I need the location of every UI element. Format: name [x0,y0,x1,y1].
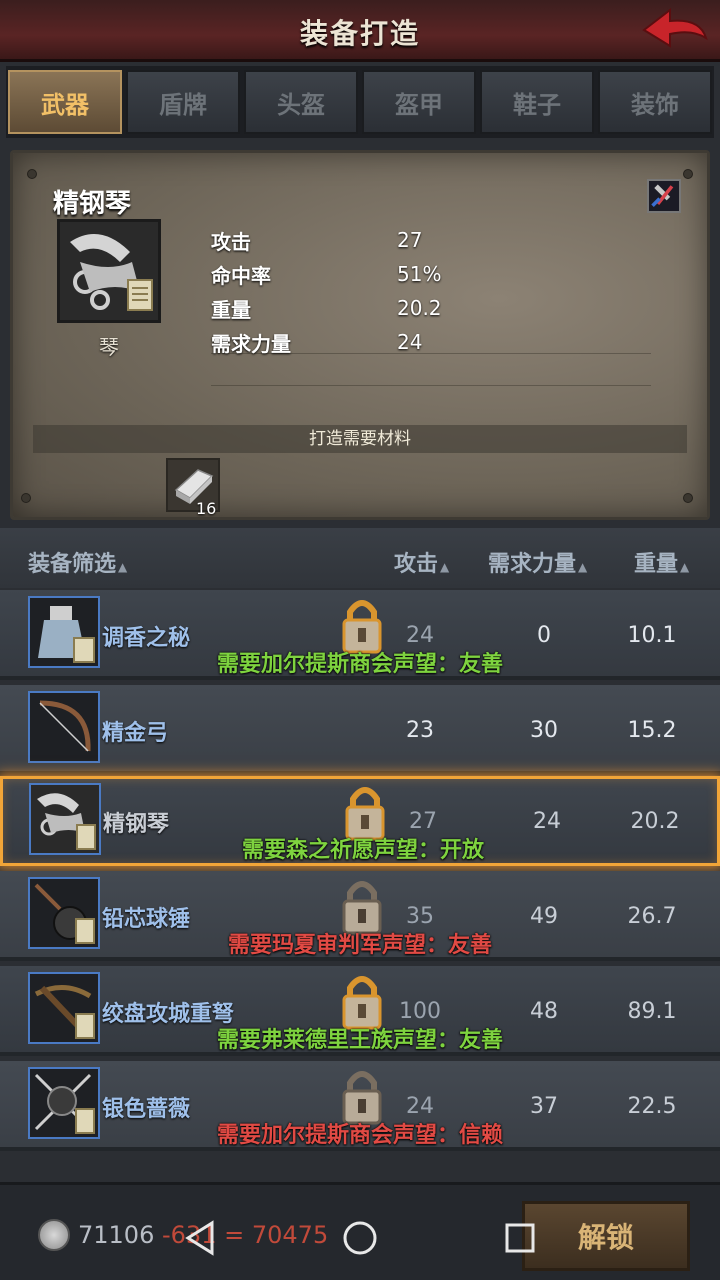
filter-req-sort[interactable]: 需求力量 ▲ [488,546,587,578]
back-arrow-icon[interactable] [640,4,712,56]
stat-value: 51% [397,262,442,286]
equals-sign: = [224,1221,245,1249]
stat-value: 24 [397,330,423,354]
tab-shield[interactable]: 盾牌 [126,70,240,134]
item-req: 37 [530,1094,558,1119]
item-atk: 35 [406,904,434,929]
divider [211,353,651,354]
stat-row: 攻击 27 [211,223,671,257]
title-bar: 装备打造 [0,0,720,62]
item-req: 48 [530,999,558,1024]
reputation-requirement: 需要玛夏审判军声望：友善 [227,933,492,958]
material-count: 16 [196,499,217,518]
item-weight: 22.5 [627,1094,677,1119]
money-result: 70475 [251,1221,329,1249]
item-atk: 23 [406,718,434,743]
nav-recents-icon[interactable] [504,1222,536,1254]
list-item[interactable]: 铅芯球锤 35 49 26.7 需要玛夏审判军声望：友善 [0,871,720,961]
tab-shoes[interactable]: 鞋子 [480,70,594,134]
nail-decoration [21,493,31,503]
divider [211,385,651,386]
item-icon [57,219,161,323]
filter-weight-label: 重量 [634,552,679,577]
sort-arrow-icon: ▲ [118,560,128,574]
item-weight: 20.2 [630,809,680,834]
money-current: 71106 [78,1221,155,1249]
reputation-requirement: 需要加尔提斯商会声望：信赖 [216,1123,503,1148]
sort-arrow-icon: ▲ [680,560,690,574]
list-item[interactable]: 调香之秘 24 0 10.1 需要加尔提斯商会声望：友善 [0,590,720,680]
page-title: 装备打造 [299,17,420,50]
filter-atk-label: 攻击 [394,552,439,577]
list-item-selected[interactable]: 精钢琴 27 24 20.2 需要森之祈愿声望：开放 [0,776,720,866]
filter-bar: 装备筛选 ▲ 攻击 ▲ 需求力量 ▲ 重量 ▲ [0,528,720,588]
item-name: 精金弓 [102,721,169,746]
stat-row: 命中率 51% [211,257,671,291]
stat-label: 重量 [211,297,251,322]
tab-helmet[interactable]: 头盔 [244,70,358,134]
filter-req-label: 需求力量 [488,552,577,577]
stat-value: 27 [397,228,423,252]
item-weight: 89.1 [627,999,677,1024]
unlock-button[interactable]: 解锁 [522,1201,690,1271]
coin-icon [38,1219,70,1251]
nail-decoration [683,169,693,179]
category-tabs: 武器 盾牌 头盔 盔甲 鞋子 装饰 [6,66,714,138]
nav-back-icon[interactable] [184,1220,216,1256]
item-detail-panel: 精钢琴 琴 攻击 27 命中率 51% 重量 20.2 需求力量 24 打造需要… [10,150,710,520]
nail-decoration [683,493,693,503]
tab-armor[interactable]: 盔甲 [362,70,476,134]
tab-accessory[interactable]: 装饰 [598,70,712,134]
list-item[interactable]: 绞盘攻城重弩 100 48 89.1 需要弗莱德里王族声望：友善 [0,966,720,1056]
item-req: 24 [533,809,561,834]
item-weight: 10.1 [627,623,677,648]
filter-name-sort[interactable]: 装备筛选 ▲ [28,546,127,578]
disassemble-icon[interactable] [647,179,681,213]
nail-decoration [27,169,37,179]
sort-arrow-icon: ▲ [578,560,588,574]
item-req: 0 [537,623,551,648]
item-atk: 100 [399,999,441,1024]
stat-value: 20.2 [397,296,442,320]
nav-home-icon[interactable] [342,1220,378,1256]
stat-label: 攻击 [211,229,251,254]
list-item[interactable]: 精金弓 23 30 15.2 [0,685,720,775]
materials-header: 打造需要材料 [33,425,687,453]
list-item[interactable]: 银色蔷薇 24 37 22.5 需要加尔提斯商会声望：信赖 [0,1061,720,1151]
reputation-requirement: 需要加尔提斯商会声望：友善 [216,652,503,677]
tab-weapon[interactable]: 武器 [8,70,122,134]
filter-name-label: 装备筛选 [28,552,117,577]
item-atk: 24 [406,623,434,648]
item-thumb [28,691,100,763]
stats-table: 攻击 27 命中率 51% 重量 20.2 需求力量 24 [211,223,671,359]
stat-row: 重量 20.2 [211,291,671,325]
item-req: 49 [530,904,558,929]
stat-label: 命中率 [211,263,271,288]
item-weight: 26.7 [627,904,677,929]
item-atk: 27 [409,809,437,834]
sort-arrow-icon: ▲ [440,560,450,574]
reputation-requirement: 需要弗莱德里王族声望：友善 [216,1028,503,1053]
bow-icon [30,693,98,761]
item-weight: 15.2 [627,718,677,743]
item-req: 30 [530,718,558,743]
item-name: 精钢琴 [53,189,132,219]
filter-atk-sort[interactable]: 攻击 ▲ [394,546,449,578]
filter-weight-sort[interactable]: 重量 ▲ [634,546,689,578]
item-type: 琴 [99,335,119,359]
harp-icon [60,222,158,320]
reputation-requirement: 需要森之祈愿声望：开放 [241,838,484,863]
item-atk: 24 [406,1094,434,1119]
